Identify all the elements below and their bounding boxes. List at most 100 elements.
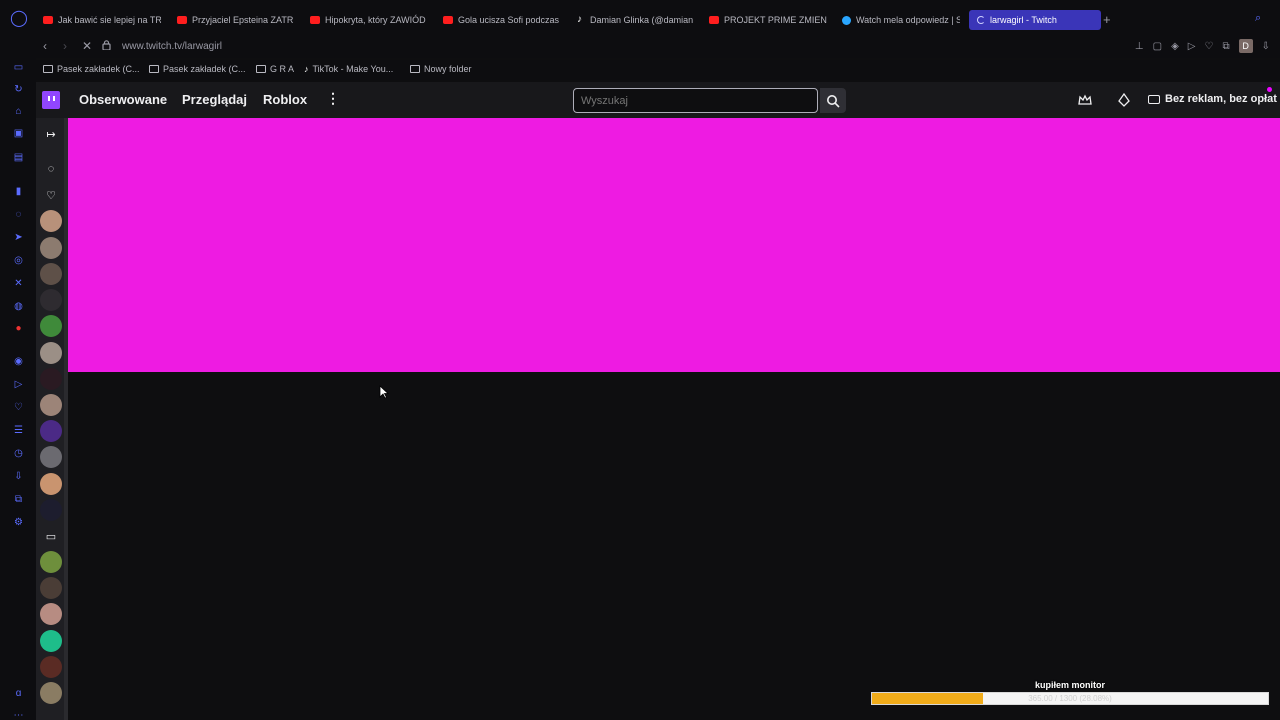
tab-1[interactable]: Jak bawić sie lepiej na TR bbox=[43, 10, 161, 30]
aria-icon[interactable]: ▭ bbox=[12, 62, 25, 74]
youtube-music-icon[interactable]: ● bbox=[12, 323, 25, 335]
recommended-channel-avatar[interactable] bbox=[40, 656, 62, 678]
tab-active[interactable]: larwagirl - Twitch bbox=[969, 10, 1101, 30]
video-camera-icon[interactable]: ▭ bbox=[44, 530, 58, 543]
nav-following-link[interactable]: Obserwowane bbox=[79, 92, 167, 107]
donation-goal-overlay: kupiłem monitor 365.00 / 1300 (28.08%) bbox=[870, 678, 1270, 708]
instagram-icon[interactable]: ◎ bbox=[12, 255, 25, 267]
snapshot-icon[interactable]: ▢ bbox=[1153, 41, 1162, 52]
ai-icon[interactable]: ɑ bbox=[12, 688, 25, 700]
send-icon[interactable]: ▷ bbox=[12, 379, 25, 391]
clock-icon[interactable]: ◷ bbox=[12, 448, 25, 460]
loading-icon bbox=[977, 16, 985, 24]
recommended-channel-avatar[interactable] bbox=[40, 551, 62, 573]
crown-icon[interactable] bbox=[1078, 93, 1092, 107]
bookmark-folder[interactable]: Nowy folder bbox=[410, 64, 472, 74]
search-input[interactable] bbox=[574, 89, 817, 112]
followed-channel-avatar[interactable] bbox=[40, 368, 62, 390]
followed-channel-avatar[interactable] bbox=[40, 473, 62, 495]
channel-content-area bbox=[68, 372, 1280, 720]
followed-channel-avatar[interactable] bbox=[40, 315, 62, 337]
followed-channel-avatar[interactable] bbox=[40, 499, 62, 521]
notification-dot bbox=[1267, 87, 1272, 92]
youtube-icon bbox=[443, 16, 453, 24]
followed-channel-avatar[interactable] bbox=[40, 237, 62, 259]
expand-rail-icon[interactable]: ↦ bbox=[44, 128, 58, 141]
tab-6[interactable]: PROJEKT PRIME ZMIENIA bbox=[709, 10, 827, 30]
ad-free-label: Bez reklam, bez opłat bbox=[1165, 93, 1277, 105]
history-icon[interactable]: ↻ bbox=[12, 84, 25, 96]
search-field bbox=[573, 88, 818, 113]
more-icon[interactable]: ⋯ bbox=[12, 710, 25, 720]
discord-icon[interactable]: ◍ bbox=[12, 301, 25, 313]
more-menu-icon[interactable]: ⋮ bbox=[326, 90, 340, 107]
telegram-icon[interactable]: ➤ bbox=[12, 232, 25, 244]
nav-browse-link[interactable]: Przeglądaj bbox=[182, 92, 247, 107]
nav-game-link[interactable]: Roblox bbox=[263, 92, 307, 107]
bookmark-folder[interactable]: Pasek zakładek (C... bbox=[43, 64, 140, 74]
lock-icon[interactable] bbox=[102, 40, 111, 50]
x-icon[interactable]: ✕ bbox=[12, 278, 25, 290]
bookmark-label: Pasek zakładek (C... bbox=[163, 64, 246, 74]
goal-progress-bar: 365.00 / 1300 (28.08%) bbox=[871, 692, 1269, 705]
bits-icon[interactable] bbox=[1117, 93, 1131, 107]
opera-logo-icon[interactable]: ◯ bbox=[10, 10, 28, 28]
recommended-channel-avatar[interactable] bbox=[40, 577, 62, 599]
followed-channel-avatar[interactable] bbox=[40, 420, 62, 442]
shield-icon[interactable]: ◈ bbox=[1171, 41, 1179, 52]
tabs-icon[interactable]: ☰ bbox=[12, 425, 25, 437]
ad-free-button[interactable]: Bez reklam, bez opłat bbox=[1148, 93, 1277, 105]
new-tab-button[interactable]: + bbox=[1103, 12, 1111, 27]
tab-search-icon[interactable]: ⌕ bbox=[1255, 12, 1261, 25]
bookmark-folder[interactable]: G R A bbox=[256, 64, 294, 74]
back-button[interactable]: ‹ bbox=[43, 39, 47, 53]
tiktok-icon: ♪ bbox=[304, 64, 309, 74]
tab-2[interactable]: Przyjaciel Epsteina ZATRZ bbox=[177, 10, 293, 30]
bookmark-label: TikTok - Make You... bbox=[312, 64, 394, 74]
tab-label: Watch mela odpowiedz | S bbox=[856, 15, 960, 25]
bookmark-link[interactable]: ♪ TikTok - Make You... bbox=[304, 64, 393, 74]
channel-banner bbox=[68, 118, 1280, 372]
extensions-icon[interactable]: ⧉ bbox=[12, 494, 25, 506]
url-field[interactable]: www.twitch.tv/larwagirl bbox=[122, 41, 222, 52]
heart-icon[interactable]: ♡ bbox=[44, 189, 58, 202]
goal-progress-text: 365.00 / 1300 (28.08%) bbox=[1028, 694, 1112, 703]
profile-avatar[interactable]: D bbox=[1238, 39, 1253, 53]
search-button[interactable] bbox=[820, 88, 846, 113]
tab-3[interactable]: Hipokryta, który ZAWIÓD bbox=[310, 10, 428, 30]
tab-4[interactable]: Gola ucisza Sofi podczas bbox=[443, 10, 560, 30]
heart-icon[interactable]: ♡ bbox=[12, 402, 25, 414]
settings-icon[interactable]: ⚙ bbox=[12, 517, 25, 529]
followed-channel-avatar[interactable] bbox=[40, 446, 62, 468]
twitch-icon[interactable]: ▮ bbox=[12, 186, 25, 198]
screen: ◯ Jak bawić sie lepiej na TR Przyjaciel … bbox=[0, 0, 1280, 720]
twitch-logo-icon[interactable] bbox=[42, 91, 60, 109]
crypto-wallet-icon[interactable]: ▣ bbox=[12, 128, 25, 140]
play-icon[interactable]: ▷ bbox=[1188, 41, 1196, 52]
download-icon[interactable]: ⇩ bbox=[12, 471, 25, 483]
tab-5[interactable]: ♪ Damian Glinka (@damian_ bbox=[577, 10, 693, 30]
forward-button[interactable]: › bbox=[63, 39, 67, 53]
pin-icon[interactable]: ⊥ bbox=[1135, 41, 1144, 52]
browser-sidebar: ▭ ↻ ⌂ ▣ ▤ ▮ ◌ ➤ ◎ ✕ ◍ ● ◉ ▷ ♡ ☰ ◷ ⇩ ⧉ ⚙ … bbox=[0, 58, 36, 720]
followed-channel-avatar[interactable] bbox=[40, 289, 62, 311]
bookmark-folder[interactable]: Pasek zakładek (C... bbox=[149, 64, 246, 74]
tab-7[interactable]: Watch mela odpowiedz | S bbox=[842, 10, 960, 30]
followed-channel-avatar[interactable] bbox=[40, 210, 62, 232]
recommended-channel-avatar[interactable] bbox=[40, 603, 62, 625]
download-icon[interactable]: ⇩ bbox=[1262, 41, 1270, 52]
heart-icon[interactable]: ♡ bbox=[1205, 41, 1214, 52]
recommended-channel-avatar[interactable] bbox=[40, 630, 62, 652]
music-icon[interactable]: ▤ bbox=[12, 152, 25, 164]
followed-channel-avatar[interactable] bbox=[40, 342, 62, 364]
bookmark-label: Nowy folder bbox=[424, 64, 472, 74]
workspace-icon[interactable]: ⌂ bbox=[12, 106, 25, 118]
reload-stop-button[interactable]: ✕ bbox=[82, 39, 92, 53]
recommended-icon[interactable]: ◌ bbox=[44, 163, 58, 175]
spotify-icon[interactable]: ◉ bbox=[12, 356, 25, 368]
messenger-icon[interactable]: ◌ bbox=[12, 209, 25, 221]
extensions-icon[interactable]: ⧉ bbox=[1222, 41, 1229, 52]
recommended-channel-avatar[interactable] bbox=[40, 682, 62, 704]
followed-channel-avatar[interactable] bbox=[40, 263, 62, 285]
followed-channel-avatar[interactable] bbox=[40, 394, 62, 416]
